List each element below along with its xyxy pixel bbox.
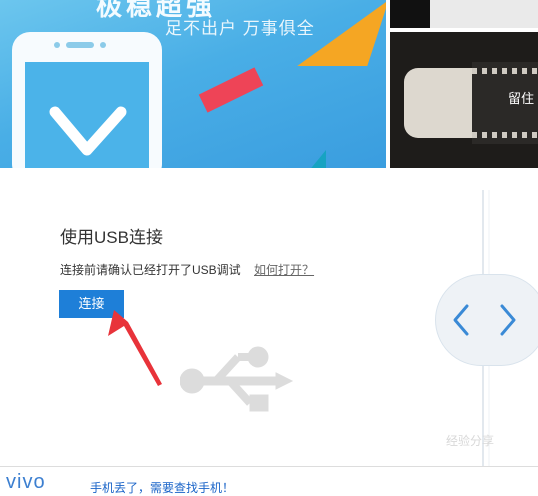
red-stripe-shape	[198, 67, 264, 113]
promo-banner[interactable]: 极稳超强 足不出户 万事俱全	[0, 0, 386, 168]
thumbnail-text: 留住	[508, 91, 535, 106]
thumbnail-top[interactable]	[390, 0, 538, 28]
how-to-open-link[interactable]: 如何打开？	[254, 263, 314, 277]
prev-button[interactable]	[447, 290, 477, 350]
chevron-left-icon	[453, 304, 469, 336]
usb-section-title: 使用USB连接	[60, 228, 163, 247]
phone-speaker	[54, 42, 106, 48]
banner-tagline: 足不出户 万事俱全	[165, 19, 315, 38]
phone-screen	[25, 62, 149, 168]
checkmark-icon	[49, 106, 127, 156]
footer: vivo 手机丢了，需要查找手机！	[0, 466, 538, 495]
next-button[interactable]	[494, 290, 524, 350]
thumbnail-graphic	[390, 0, 430, 28]
chevron-right-icon	[500, 304, 516, 336]
annotation-arrow	[108, 310, 162, 386]
thumbnail-film[interactable]: 留住	[390, 32, 538, 168]
usb-hint-text: 连接前请确认已经打开了USB调试	[60, 263, 241, 277]
watermark: 经验分享	[446, 434, 495, 448]
phone-illustration	[12, 32, 162, 168]
find-phone-link[interactable]: 手机丢了，需要查找手机！	[90, 479, 234, 496]
usb-hint: 连接前请确认已经打开了USB调试 如何打开？	[60, 261, 314, 278]
vivo-logo[interactable]: vivo	[6, 471, 46, 494]
usb-icon	[180, 346, 294, 412]
cyan-shape	[308, 150, 326, 168]
orange-shape	[297, 0, 386, 66]
banner-carousel: 极稳超强 足不出户 万事俱全 留住	[0, 0, 538, 168]
